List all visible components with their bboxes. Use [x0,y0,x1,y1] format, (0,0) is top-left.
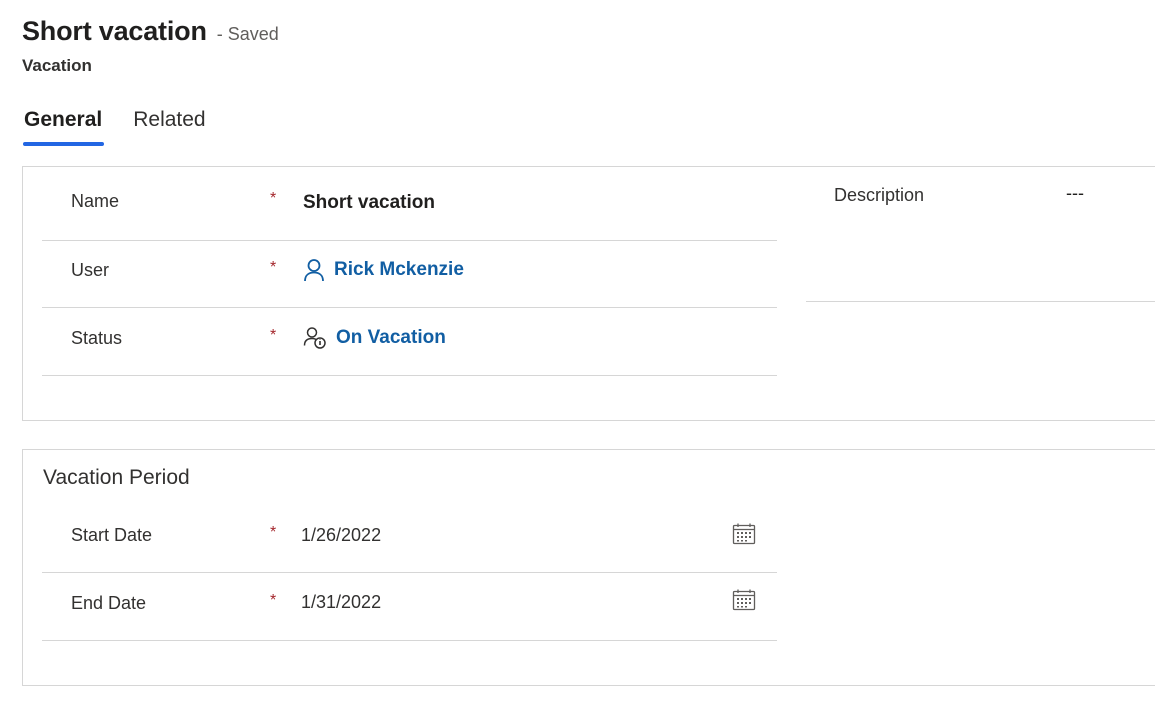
description-field[interactable]: Description --- [806,167,1155,302]
general-section: Name * Short vacation User * Rick Mckenz… [22,166,1155,421]
field-row-end-date: End Date * 1/31/2022 [42,573,777,641]
required-indicator: * [270,259,277,276]
status-link[interactable]: On Vacation [336,327,446,349]
start-date-input[interactable]: 1/26/2022 [301,525,381,546]
required-indicator: * [270,190,277,207]
description-value: --- [1066,183,1084,203]
name-label: Name [71,191,120,211]
name-value: Short vacation [303,192,435,213]
entity-name: Vacation [22,56,92,75]
status-lookup[interactable]: On Vacation [303,326,446,350]
required-indicator: * [270,592,277,609]
person-icon [303,258,325,282]
user-lookup[interactable]: Rick Mckenzie [303,258,464,282]
calendar-icon [732,589,756,611]
user-label: User [71,260,110,280]
form-header: Short vacation - Saved [22,16,279,47]
user-status-icon [303,326,327,350]
field-row-status: Status * On Vacation [42,308,777,376]
start-date-label: Start Date [71,525,153,545]
field-row-start-date: Start Date * 1/26/2022 [42,505,777,573]
end-date-label: End Date [71,593,147,613]
description-label: Description [834,185,925,205]
user-link[interactable]: Rick Mckenzie [334,259,464,281]
start-date-value: 1/26/2022 [301,525,382,545]
required-indicator: * [270,327,277,344]
vacation-period-section: Vacation Period Start Date * 1/26/2022 E… [22,449,1155,686]
end-date-calendar-button[interactable] [731,587,757,613]
required-indicator: * [270,524,277,541]
record-title: Short vacation [22,16,207,46]
tab-general[interactable]: General [22,106,105,146]
status-label: Status [71,328,123,348]
tab-related[interactable]: Related [131,106,207,146]
start-date-calendar-button[interactable] [731,521,757,547]
calendar-icon [732,523,756,545]
field-row-user: User * Rick Mckenzie [42,241,777,308]
form-page: Short vacation - Saved Vacation General … [0,0,1155,706]
tab-list: General Related [22,106,208,146]
field-row-name: Name * Short vacation [42,167,777,241]
save-status: - Saved [216,24,279,44]
name-field[interactable]: Short vacation [303,192,435,214]
end-date-value: 1/31/2022 [301,592,382,612]
section-title: Vacation Period [43,466,190,489]
end-date-input[interactable]: 1/31/2022 [301,592,381,613]
